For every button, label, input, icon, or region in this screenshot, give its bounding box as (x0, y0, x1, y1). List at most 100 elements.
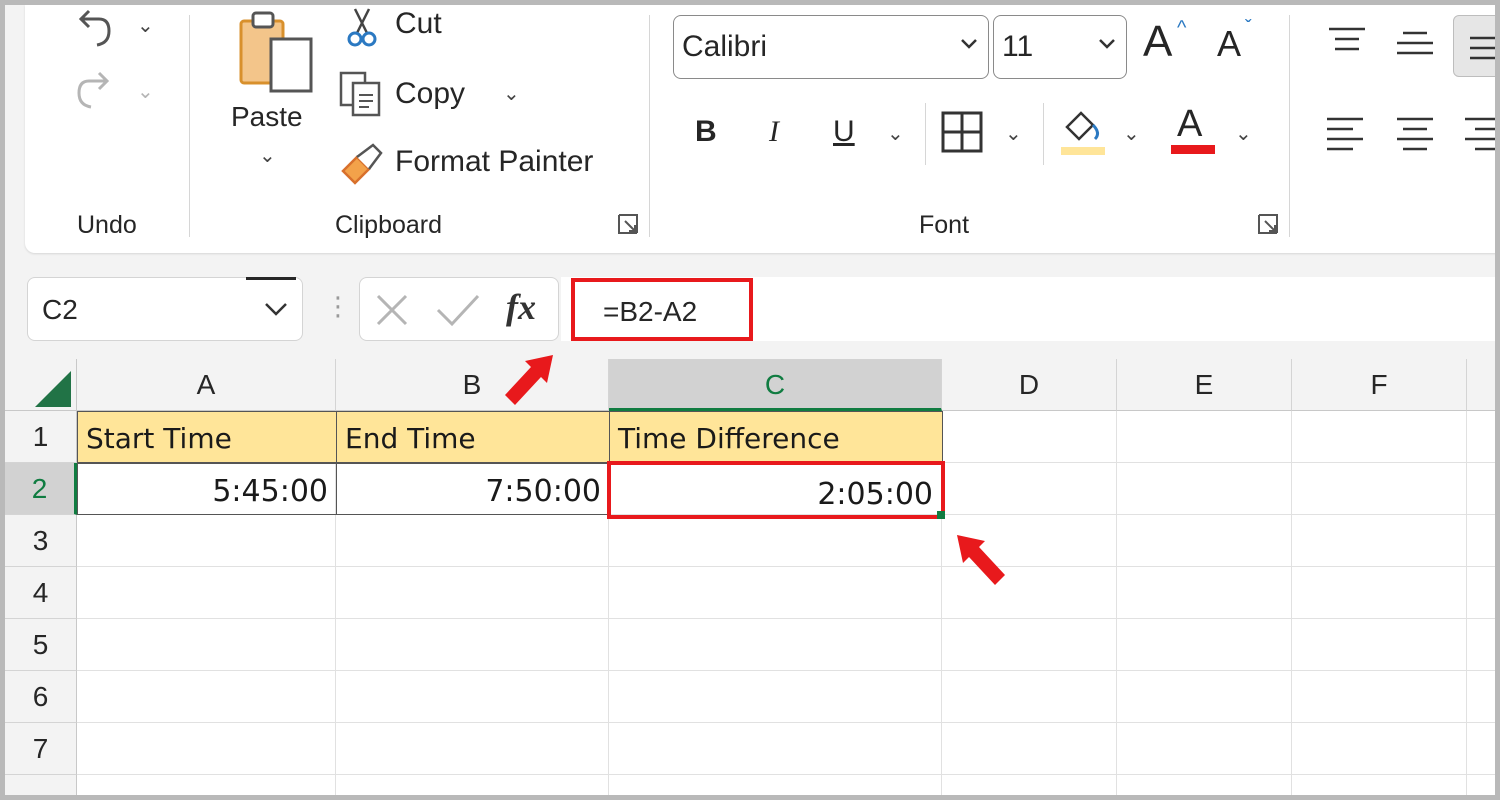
font-dialog-launcher-icon[interactable] (1257, 213, 1279, 235)
cell-a2[interactable]: 5:45:00 (77, 463, 337, 515)
formula-text[interactable]: =B2-A2 (571, 278, 753, 341)
increase-font-size-button[interactable]: A ^ (1143, 17, 1189, 69)
grid-cell[interactable] (77, 671, 336, 723)
grid-cell[interactable] (77, 775, 336, 795)
bold-button[interactable]: B (695, 115, 717, 149)
grid-cell[interactable] (1292, 775, 1467, 795)
paste-icon[interactable] (233, 7, 313, 93)
column-header-g[interactable] (1467, 359, 1495, 411)
borders-dropdown-icon[interactable]: ⌄ (1005, 121, 1022, 146)
grid-cell[interactable] (336, 775, 609, 795)
column-header-f[interactable]: F (1292, 359, 1467, 411)
row-header-4[interactable]: 4 (5, 567, 77, 619)
grid-cell[interactable] (1117, 671, 1292, 723)
align-middle-icon[interactable] (1395, 29, 1435, 59)
cell-a1[interactable]: Start Time (77, 411, 337, 463)
grid-cell[interactable] (942, 463, 1117, 515)
column-header-a[interactable]: A (77, 359, 336, 411)
grid-cell[interactable] (1117, 515, 1292, 567)
insert-function-icon[interactable]: fx (506, 286, 536, 328)
grid-cell[interactable] (609, 671, 942, 723)
grid-cell[interactable] (336, 671, 609, 723)
grid-cell[interactable] (1467, 619, 1495, 671)
cell-b2[interactable]: 7:50:00 (336, 463, 610, 515)
font-name-combo[interactable]: Calibri (673, 15, 989, 79)
grid-cell[interactable] (942, 619, 1117, 671)
font-color-dropdown-icon[interactable]: ⌄ (1235, 121, 1252, 146)
grid-cell[interactable] (1467, 567, 1495, 619)
cancel-icon[interactable] (374, 292, 410, 328)
align-center-icon[interactable] (1395, 115, 1435, 155)
grid-cell[interactable] (77, 619, 336, 671)
font-color-button[interactable]: A (1171, 103, 1217, 159)
row-header-7[interactable]: 7 (5, 723, 77, 775)
fill-handle[interactable] (937, 511, 945, 519)
grid-cell[interactable] (942, 723, 1117, 775)
grid-cell[interactable] (336, 567, 609, 619)
grid-cell[interactable] (942, 411, 1117, 463)
grid-cell[interactable] (1117, 567, 1292, 619)
grid-cell[interactable] (336, 619, 609, 671)
align-top-icon[interactable] (1327, 25, 1367, 55)
paste-label[interactable]: Paste (231, 101, 303, 133)
cut-icon[interactable] (345, 7, 379, 47)
grid-cell[interactable] (1467, 723, 1495, 775)
italic-button[interactable]: I (769, 115, 779, 149)
fill-color-icon[interactable] (1059, 109, 1107, 157)
font-size-combo[interactable]: 11 (993, 15, 1127, 79)
chevron-down-icon[interactable] (264, 300, 288, 318)
column-header-c[interactable]: C (609, 359, 942, 411)
cell-c2[interactable]: 2:05:00 (607, 461, 945, 519)
decrease-font-size-button[interactable]: A ˇ (1217, 17, 1263, 69)
grid-cell[interactable] (1292, 671, 1467, 723)
row-header-5[interactable]: 5 (5, 619, 77, 671)
grid-cell[interactable] (942, 775, 1117, 795)
grid-cell[interactable] (1292, 723, 1467, 775)
align-right-icon[interactable] (1463, 115, 1500, 155)
grid-cell[interactable] (1467, 515, 1495, 567)
grid-cell[interactable] (609, 775, 942, 795)
grid-cell[interactable] (1117, 619, 1292, 671)
row-header-2[interactable]: 2 (5, 463, 77, 515)
align-bottom-button[interactable] (1453, 15, 1495, 77)
grid-cell[interactable] (609, 515, 942, 567)
row-header-1[interactable]: 1 (5, 411, 77, 463)
grid-cell[interactable] (609, 619, 942, 671)
grid-cell[interactable] (1117, 775, 1292, 795)
format-painter-label[interactable]: Format Painter (395, 145, 593, 179)
underline-dropdown-icon[interactable]: ⌄ (887, 121, 904, 146)
underline-button[interactable]: U (833, 115, 855, 149)
grid-cell[interactable] (609, 723, 942, 775)
grid-cell[interactable] (1292, 463, 1467, 515)
clipboard-dialog-launcher-icon[interactable] (617, 213, 639, 235)
grid-cell[interactable] (1117, 463, 1292, 515)
column-header-b[interactable]: B (336, 359, 609, 411)
redo-icon[interactable] (73, 71, 113, 111)
borders-icon[interactable] (941, 111, 983, 153)
cut-label[interactable]: Cut (395, 7, 442, 41)
grid-cell[interactable] (1467, 671, 1495, 723)
grid-cell[interactable] (1117, 411, 1292, 463)
grid-cell[interactable] (77, 515, 336, 567)
grid-cell[interactable] (1467, 411, 1495, 463)
grid-cell[interactable] (77, 723, 336, 775)
select-all-button[interactable] (5, 359, 77, 411)
grid-cell[interactable] (1292, 567, 1467, 619)
enter-check-icon[interactable] (436, 292, 480, 328)
cell-c1[interactable]: Time Difference (609, 411, 943, 463)
grid-cell[interactable] (336, 515, 609, 567)
row-header-8[interactable]: 8 (5, 775, 77, 795)
formula-bar-splitter[interactable]: ⋮ (325, 291, 351, 322)
row-header-6[interactable]: 6 (5, 671, 77, 723)
grid-cell[interactable] (1292, 515, 1467, 567)
cell-b1[interactable]: End Time (336, 411, 610, 463)
fill-color-dropdown-icon[interactable]: ⌄ (1123, 121, 1140, 146)
grid-cell[interactable] (1292, 411, 1467, 463)
grid-cell[interactable] (1467, 775, 1495, 795)
column-header-d[interactable]: D (942, 359, 1117, 411)
format-painter-icon[interactable] (339, 141, 385, 187)
undo-icon[interactable] (75, 9, 115, 49)
copy-label[interactable]: Copy (395, 77, 465, 111)
paste-dropdown-icon[interactable]: ⌄ (259, 143, 276, 168)
copy-dropdown-icon[interactable]: ⌄ (503, 81, 520, 106)
